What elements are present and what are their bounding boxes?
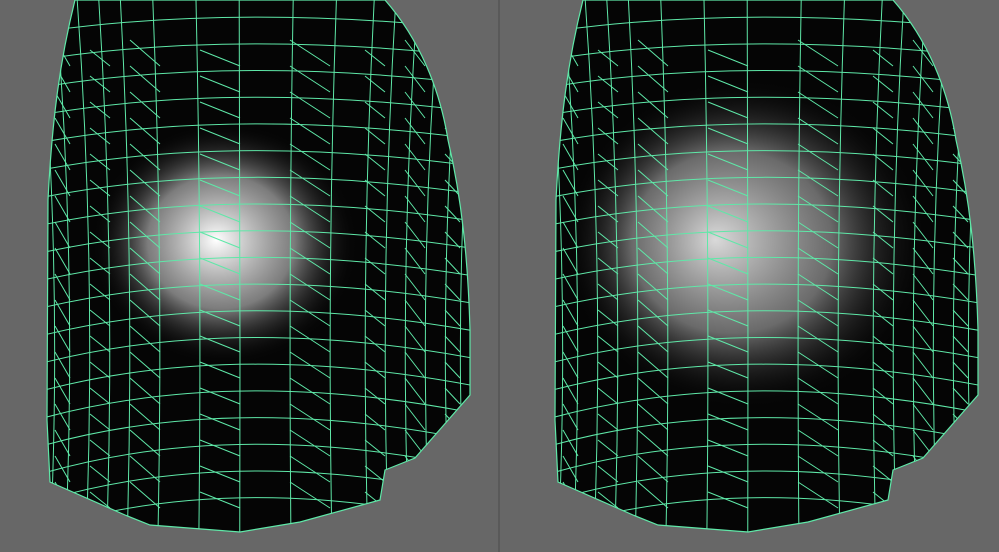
mesh-render-left[interactable] [0, 0, 498, 552]
wire-edge [444, 465, 461, 483]
wire-edge [952, 491, 969, 509]
viewport-panel-right[interactable] [500, 0, 999, 552]
mesh-render-right[interactable] [500, 0, 999, 552]
wire-edge [952, 439, 969, 457]
wire-edge [404, 455, 426, 483]
viewport-panel-left[interactable] [0, 0, 498, 552]
wire-edge [444, 439, 461, 457]
skinned-mesh[interactable] [538, 0, 988, 540]
wire-edge [952, 465, 969, 483]
wire-edge [444, 413, 461, 431]
wire-edge [444, 101, 461, 119]
wire-edge [404, 481, 426, 509]
viewport[interactable] [0, 0, 999, 552]
wire-edge [952, 413, 969, 431]
wire-edge [444, 75, 461, 93]
wire-edge [912, 481, 934, 509]
skinned-mesh[interactable] [30, 0, 480, 540]
wire-edge [952, 101, 969, 119]
wire-edge [444, 49, 461, 67]
wire-edge [444, 491, 461, 509]
wire-edge [952, 75, 969, 93]
wire-edge [912, 455, 934, 483]
wire-edge [952, 49, 969, 67]
